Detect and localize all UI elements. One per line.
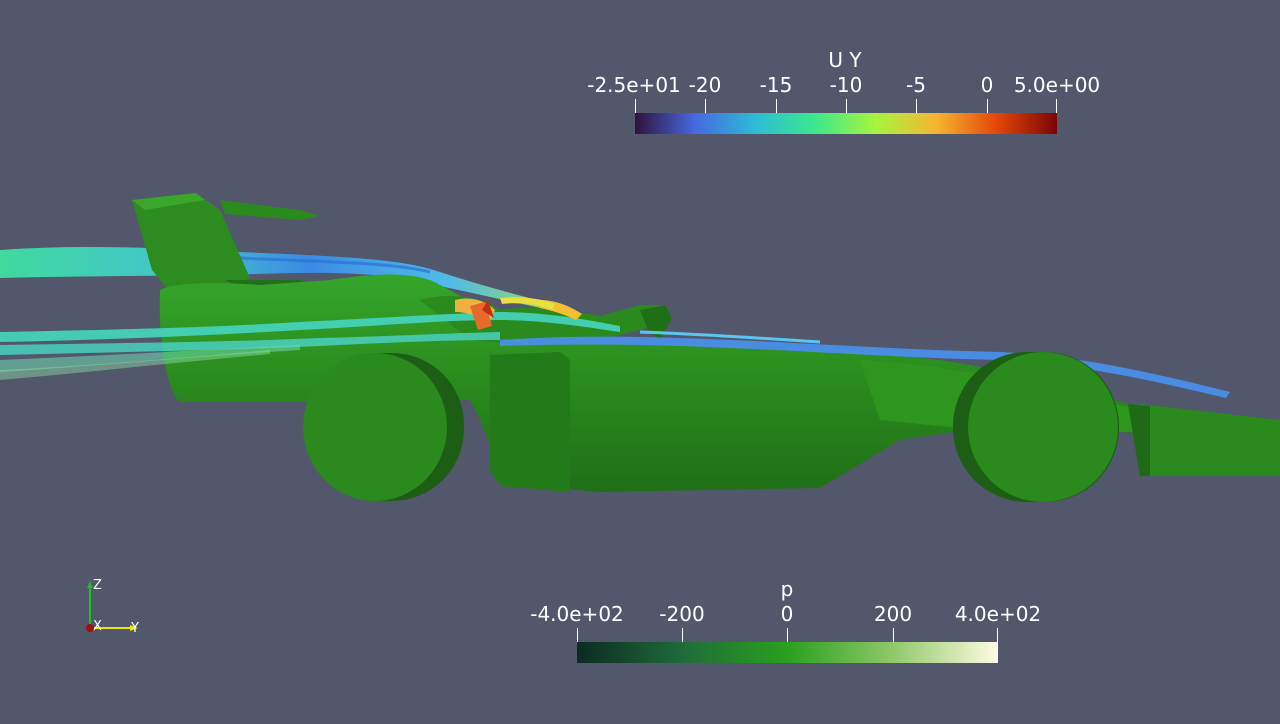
colorbar-tick-label: -2.5e+01 [587,73,681,97]
colorbar-tick-label: 0 [980,73,994,97]
colorbar-title: U Y [828,48,862,72]
colorbar-tick-label: -5 [906,73,926,97]
colorbar-tick-mark [997,628,998,642]
car-scene [0,193,1280,502]
colorbar-title: p [780,577,794,601]
colorbar-tick-label: 4.0e+02 [954,602,1042,626]
render-viewport[interactable] [0,0,1280,720]
colorbar-tick-mark [682,628,683,642]
colorbar-tick-mark [1056,99,1057,113]
y-axis-label: Y [130,621,139,636]
colorbar-tick-label: -20 [688,73,722,97]
colorbar-tick-mark [893,628,894,642]
orientation-axes: Z X Y [78,572,150,638]
colorbar-tick-mark [846,99,847,113]
colorbar-tick-mark [776,99,777,113]
colorbar-tick-label: -200 [659,602,705,626]
colorbar-tick-mark [987,99,988,113]
colorbar-tick-label: 5.0e+00 [1013,73,1101,97]
colorbar-tick-mark [577,628,578,642]
colorbar-tick-label: -4.0e+02 [530,602,624,626]
colorbar-gradient [577,642,998,663]
x-axis-label: X [93,619,102,634]
rear-wheel [303,353,464,501]
colorbar-tick-mark [705,99,706,113]
front-wheel [953,352,1119,502]
z-axis-label: Z [93,578,102,593]
colorbar-tick-mark [916,99,917,113]
rear-wing [132,193,320,292]
colorbar-tick-label: -10 [829,73,863,97]
colorbar-gradient [635,113,1057,134]
colorbar-tick-label: 0 [780,602,794,626]
colorbar-tick-label: 200 [873,602,913,626]
colorbar-tick-mark [635,99,636,113]
colorbar-tick-mark [787,628,788,642]
colorbar-tick-label: -15 [759,73,793,97]
